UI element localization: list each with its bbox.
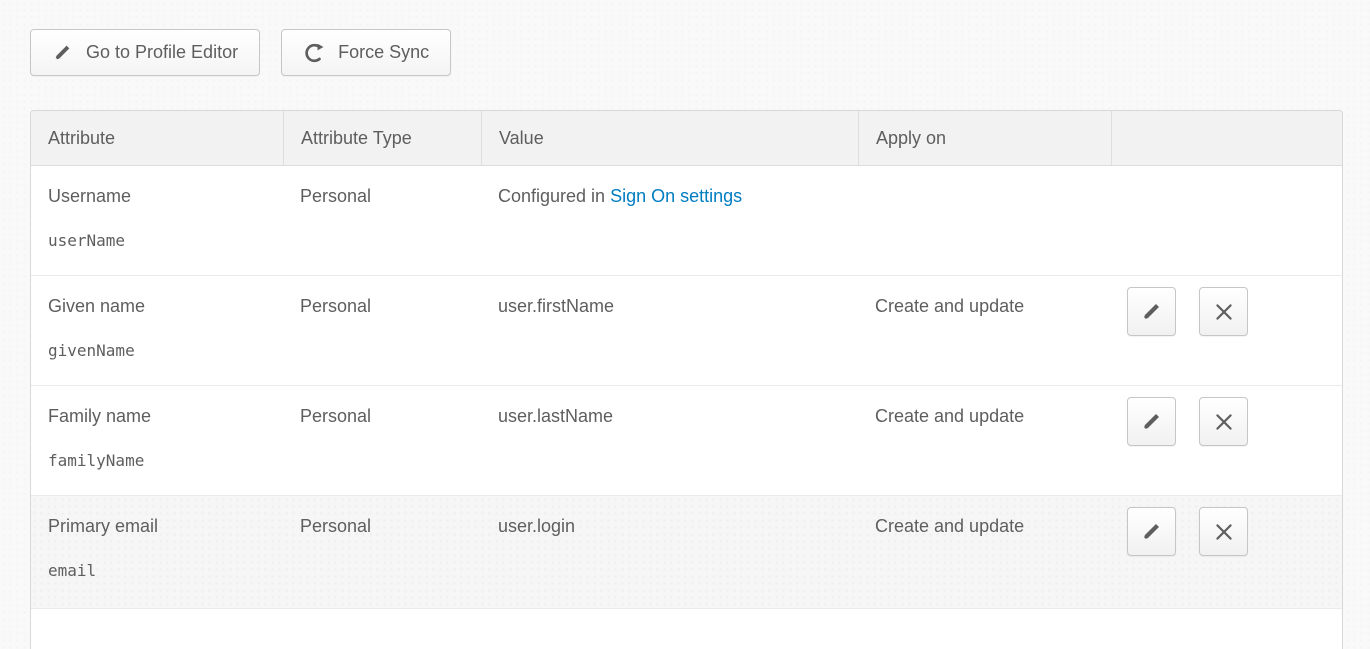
apply-on-cell: Create and update: [858, 496, 1111, 608]
refresh-icon: [303, 42, 325, 64]
attribute-cell: Username userName: [31, 166, 283, 275]
delete-attribute-button[interactable]: [1199, 397, 1248, 446]
pencil-icon: [52, 42, 73, 63]
attribute-label: Primary email: [48, 515, 268, 538]
value-cell: user.login: [481, 496, 858, 608]
force-sync-button[interactable]: Force Sync: [281, 29, 451, 76]
attribute-cell: Primary email email: [31, 496, 283, 608]
table-row-partial: [31, 609, 1342, 649]
attribute-cell: Family name familyName: [31, 386, 283, 495]
pencil-icon: [1140, 300, 1163, 323]
apply-on-cell: Create and update: [858, 276, 1111, 385]
x-icon: [1213, 301, 1235, 323]
attribute-label: Given name: [48, 295, 268, 318]
value-cell: user.firstName: [481, 276, 858, 385]
value-cell: user.lastName: [481, 386, 858, 495]
sign-on-settings-link[interactable]: Sign On settings: [610, 186, 742, 206]
value-prefix: Configured in: [498, 186, 610, 206]
edit-attribute-button[interactable]: [1127, 397, 1176, 446]
go-to-profile-editor-label: Go to Profile Editor: [86, 42, 238, 63]
attribute-type-cell: Personal: [283, 496, 481, 608]
attribute-cell: Given name givenName: [31, 276, 283, 385]
table-row: Primary email email Personal user.login …: [31, 496, 1342, 609]
value-cell: Configured in Sign On settings: [481, 166, 858, 275]
edit-attribute-button[interactable]: [1127, 507, 1176, 556]
table-row: Given name givenName Personal user.first…: [31, 276, 1342, 386]
pencil-icon: [1140, 410, 1163, 433]
table-header-row: Attribute Attribute Type Value Apply on: [31, 111, 1342, 166]
go-to-profile-editor-button[interactable]: Go to Profile Editor: [30, 29, 260, 76]
x-icon: [1213, 411, 1235, 433]
table-row: Username userName Personal Configured in…: [31, 166, 1342, 276]
column-header-attribute-type: Attribute Type: [283, 111, 481, 165]
attribute-name: email: [48, 559, 268, 582]
attribute-type-cell: Personal: [283, 276, 481, 385]
actions-cell: [1111, 276, 1342, 385]
delete-attribute-button[interactable]: [1199, 287, 1248, 336]
toolbar: Go to Profile Editor Force Sync: [30, 29, 451, 76]
attribute-label: Family name: [48, 405, 268, 428]
attribute-type-cell: Personal: [283, 386, 481, 495]
edit-attribute-button[interactable]: [1127, 287, 1176, 336]
attribute-name: familyName: [48, 449, 268, 472]
column-header-attribute: Attribute: [31, 111, 283, 165]
x-icon: [1213, 521, 1235, 543]
column-header-value: Value: [481, 111, 858, 165]
actions-cell: [1111, 386, 1342, 495]
attribute-name: givenName: [48, 339, 268, 362]
force-sync-label: Force Sync: [338, 42, 429, 63]
attribute-name: userName: [48, 229, 268, 252]
column-header-apply-on: Apply on: [858, 111, 1111, 165]
apply-on-cell: [858, 166, 1111, 275]
actions-cell: [1111, 166, 1342, 275]
attribute-mapping-table: Attribute Attribute Type Value Apply on …: [30, 110, 1343, 649]
actions-cell: [1111, 496, 1342, 608]
apply-on-cell: Create and update: [858, 386, 1111, 495]
table-row: Family name familyName Personal user.las…: [31, 386, 1342, 496]
column-header-actions: [1111, 111, 1342, 165]
pencil-icon: [1140, 520, 1163, 543]
attribute-type-cell: Personal: [283, 166, 481, 275]
attribute-label: Username: [48, 185, 268, 208]
delete-attribute-button[interactable]: [1199, 507, 1248, 556]
